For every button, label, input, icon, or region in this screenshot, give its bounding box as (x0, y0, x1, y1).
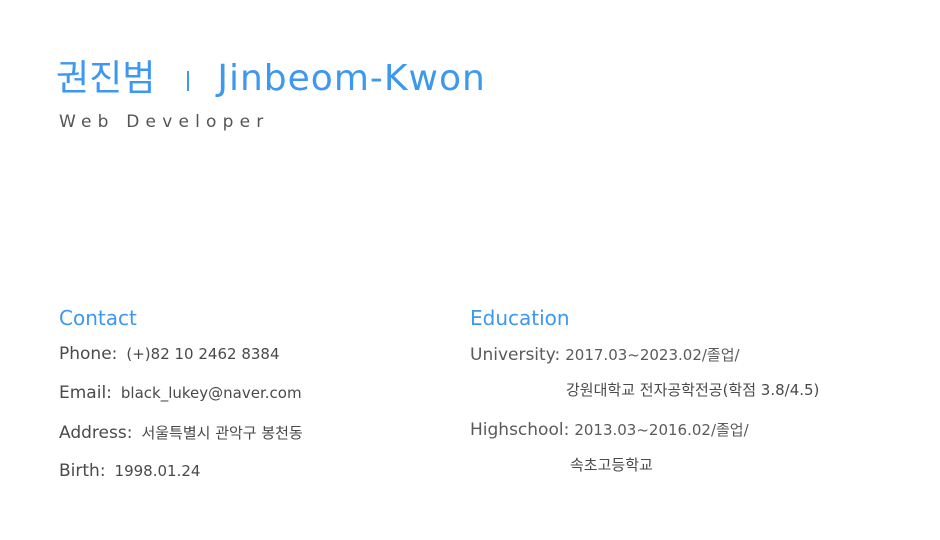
education-university-row: University: 2017.03~2023.02/졸업/ (470, 344, 920, 379)
education-highschool-row: Highschool: 2013.03~2016.02/졸업/ (470, 419, 920, 454)
job-title: Web Developer (59, 112, 270, 132)
name-divider (187, 71, 190, 91)
name-heading: 권진범 Jinbeom-Kwon (56, 56, 856, 102)
name-english: Jinbeom-Kwon (217, 58, 486, 99)
contact-section: Contact Phone: (+)82 10 2462 8384 Email:… (59, 304, 439, 500)
highschool-period: 2013.03~2016.02/졸업/ (574, 421, 749, 439)
email-label: Email: (59, 383, 112, 403)
contact-title: Contact (59, 306, 137, 330)
contact-address-row: Address: 서울특별시 관악구 봉천동 (59, 422, 439, 461)
contact-birth-row: Birth: 1998.01.24 (59, 461, 439, 500)
address-label: Address: (59, 423, 133, 443)
phone-label: Phone: (59, 344, 118, 364)
profile-header: 권진범 Jinbeom-Kwon Web Developer (56, 56, 856, 132)
phone-value: (+)82 10 2462 8384 (126, 345, 280, 363)
contact-phone-row: Phone: (+)82 10 2462 8384 (59, 344, 439, 383)
education-section: Education University: 2017.03~2023.02/졸업… (470, 304, 920, 494)
university-detail: 강원대학교 전자공학전공(학점 3.8/4.5) (566, 381, 820, 399)
email-value[interactable]: black_lukey@naver.com (121, 384, 302, 402)
highschool-label: Highschool: (470, 420, 570, 440)
birth-value: 1998.01.24 (114, 462, 201, 480)
contact-email-row: Email: black_lukey@naver.com (59, 383, 439, 422)
university-period: 2017.03~2023.02/졸업/ (565, 346, 740, 364)
birth-label: Birth: (59, 461, 106, 481)
address-value: 서울특별시 관악구 봉천동 (141, 424, 303, 442)
highschool-detail: 속초고등학교 (570, 456, 653, 474)
university-label: University: (470, 345, 561, 365)
education-title: Education (470, 306, 570, 330)
name-korean: 권진범 (56, 58, 156, 99)
